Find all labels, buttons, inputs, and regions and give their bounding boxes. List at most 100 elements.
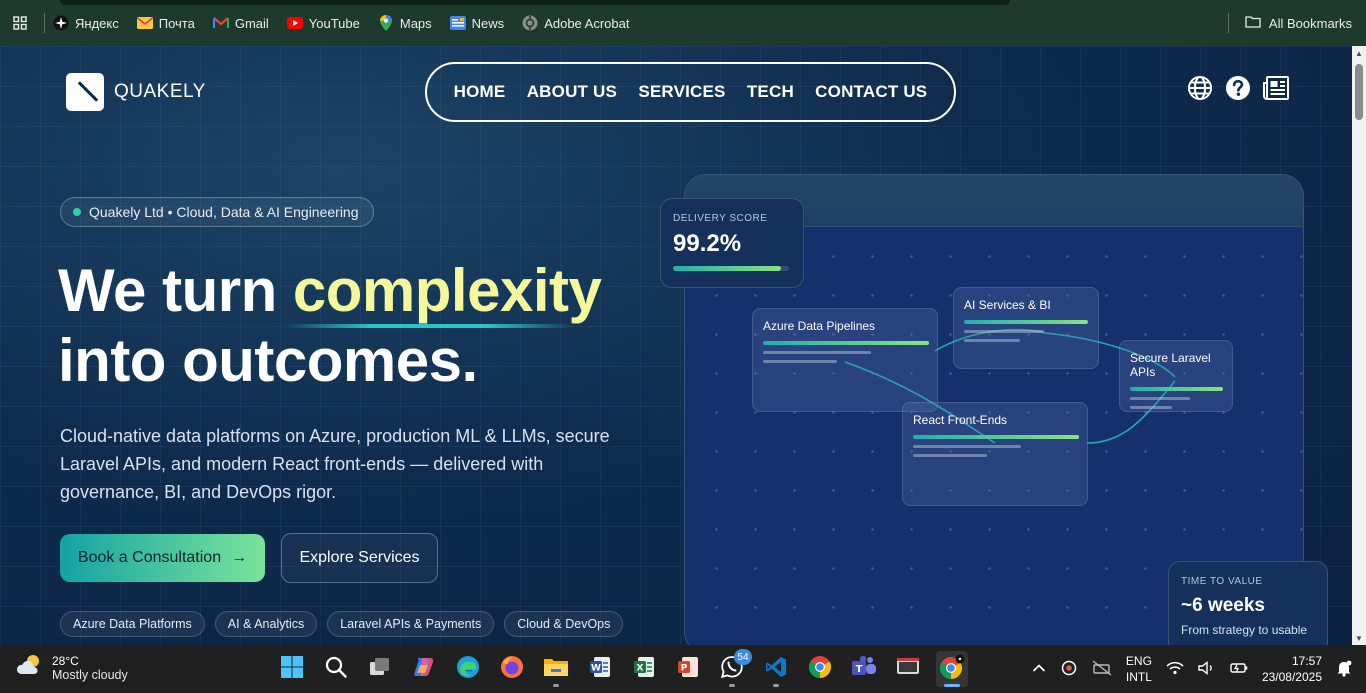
youtube-icon [286,15,303,31]
notification-bell-icon[interactable] [1336,659,1352,680]
tag-laravel-apis[interactable]: Laravel APIs & Payments [327,611,495,637]
divider [1227,13,1229,33]
excel-icon: X [632,655,656,684]
gmail-icon [212,15,229,31]
apps-grid-icon[interactable] [0,0,40,46]
time-to-value-card: TIME TO VALUE ~6 weeks From strategy to … [1168,561,1328,645]
date: 23/08/2025 [1261,670,1322,684]
placeholder-line [1130,406,1172,409]
logo-mark-icon [66,73,104,111]
volume-icon[interactable] [1198,660,1216,678]
language-code: ENG [1125,654,1152,668]
globe-icon[interactable] [1186,74,1214,102]
placeholder-line [913,445,1021,448]
delivery-score-card: DELIVERY SCORE 99.2% [660,198,804,288]
language-indicator[interactable]: ENG INTL [1126,653,1152,685]
bookmark-label: Maps [399,15,432,31]
vscode-icon [764,655,788,684]
help-icon[interactable] [1224,74,1252,102]
bookmark-pochta[interactable]: Почта [136,15,195,31]
folder-icon [543,656,569,683]
brand-logo[interactable]: QUAKELY [66,73,206,111]
placeholder-line [964,339,1020,342]
nav-services[interactable]: SERVICES [638,82,725,102]
progress-bar [964,320,1088,324]
tag-cloud-devops[interactable]: Cloud & DevOps [504,611,624,637]
svg-text:P: P [681,663,688,673]
bookmark-label: Adobe Acrobat [544,15,630,31]
taskbar-excel[interactable]: X [628,651,660,687]
hero-description: Cloud-native data platforms on Azure, pr… [60,426,610,502]
windows-icon [280,655,304,684]
explore-services-button[interactable]: Explore Services [281,533,438,583]
time: 17:57 [1291,654,1322,668]
taskbar-file-explorer[interactable] [540,651,572,687]
folder-icon [1245,15,1261,31]
chevron-up-icon[interactable] [1032,662,1046,676]
tag-azure-data-platforms[interactable]: Azure Data Platforms [60,611,205,637]
clock[interactable]: 17:57 23/08/2025 [1262,653,1322,685]
taskbar-remote-desktop[interactable] [892,651,924,687]
all-bookmarks[interactable]: All Bookmarks [1227,0,1352,46]
bluetooth-off-icon[interactable] [1092,659,1112,679]
headline-highlight: complexity [292,257,602,324]
notification-badge: 54 [734,649,752,665]
battery-icon[interactable] [1230,662,1248,677]
highlight-underline [284,324,574,328]
taskbar-word[interactable]: W [584,651,616,687]
taskbar-whatsapp[interactable]: 54 [716,649,752,687]
scroll-down-icon[interactable]: ▼ [1354,634,1364,643]
scroll-up-icon[interactable]: ▲ [1354,49,1364,58]
taskbar-teams[interactable]: T [848,651,880,687]
nav-tech[interactable]: TECH [747,82,794,102]
running-indicator [553,684,559,687]
tag-ai-analytics[interactable]: AI & Analytics [214,611,318,637]
progress-bar [763,341,929,345]
wifi-icon[interactable] [1166,661,1184,678]
sync-icon[interactable] [1060,659,1078,680]
taskbar-search[interactable] [320,651,352,687]
card-title: AI Services & BI [964,298,1051,312]
page-scrollbar[interactable]: ▲ ▼ [1352,46,1366,645]
newspaper-icon[interactable] [1262,74,1290,102]
nav-contact-us[interactable]: CONTACT US [815,82,927,102]
yandex-icon [53,15,69,31]
taskbar-copilot[interactable] [408,651,440,687]
taskbar-task-view[interactable] [364,651,396,687]
news-icon [449,15,466,31]
scroll-thumb[interactable] [1355,64,1363,120]
bookmark-maps[interactable]: Maps [378,15,432,31]
delivery-score-label: DELIVERY SCORE [673,213,768,224]
card-title: React Front-Ends [913,413,1008,427]
taskbar-edge[interactable] [452,651,484,687]
taskbar-powerpoint[interactable]: P [672,651,704,687]
taskbar-vscode[interactable] [760,651,792,687]
button-label: Explore Services [299,549,420,566]
taskbar-apps: W X P 54 T [276,649,968,687]
bookmark-label: Яндекс [75,15,119,31]
bookmark-yandex[interactable]: Яндекс [53,15,119,31]
bookmark-label: Gmail [234,15,269,31]
book-consultation-button[interactable]: Book a Consultation → [60,534,265,582]
nav-about-us[interactable]: ABOUT US [527,82,617,102]
mail-icon [136,15,153,31]
bookmark-acrobat[interactable]: Adobe Acrobat [522,15,629,31]
headline-prefix: We turn [58,257,293,324]
weather-widget[interactable]: 28°C Mostly cloudy [16,653,128,682]
svg-text:X: X [637,663,644,673]
start-button[interactable] [276,651,308,687]
teams-icon: T [851,655,877,684]
card-title: Secure Laravel APIs [1130,351,1211,379]
chrome-profile-icon [939,654,965,685]
taskbar-chrome-active[interactable] [936,651,968,687]
taskbar-chrome[interactable] [804,651,836,687]
bookmark-youtube[interactable]: YouTube [286,15,360,31]
bookmark-news[interactable]: News [449,15,504,31]
bookmark-gmail[interactable]: Gmail [212,15,269,31]
nav-home[interactable]: HOME [454,82,506,102]
bookmarks-bar: Яндекс Почта Gmail YouTube Maps News Ado… [0,0,1366,46]
firefox-icon [500,655,524,684]
temperature: 28°C [52,653,79,668]
placeholder-line [913,454,987,457]
taskbar-firefox[interactable] [496,651,528,687]
